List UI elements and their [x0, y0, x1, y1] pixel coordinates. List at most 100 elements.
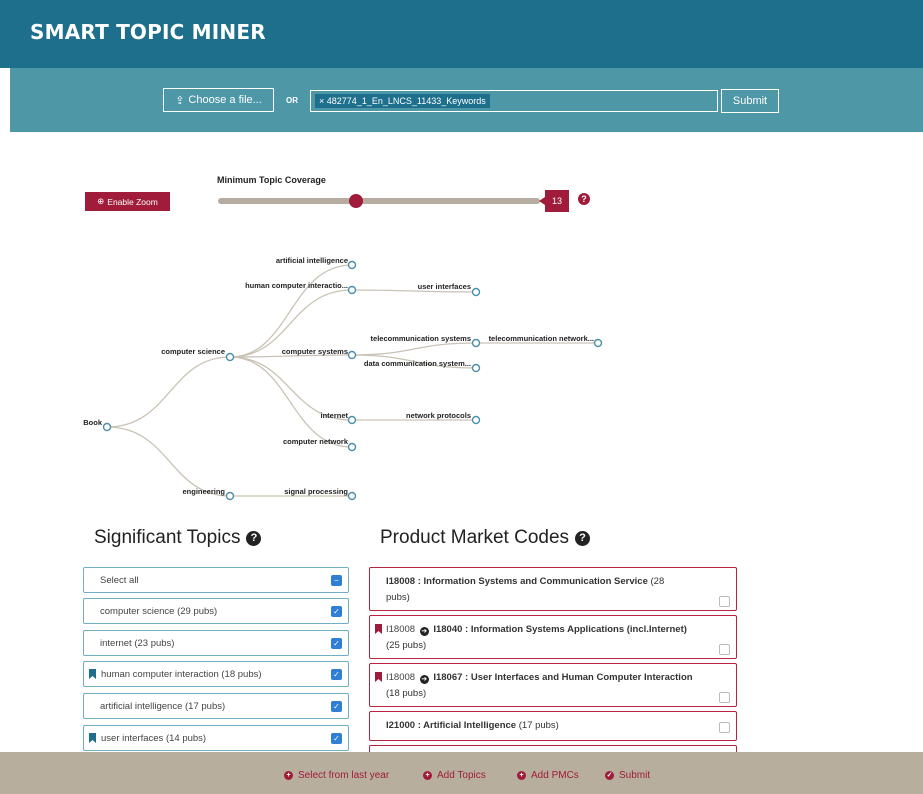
pmc-checkbox[interactable] [719, 692, 730, 703]
pmc-pubs: (28 [647, 576, 665, 587]
pmc-item[interactable]: I21000 : Artificial Intelligence (17 pub… [369, 711, 737, 741]
label-hci: human computer interactio... [245, 281, 348, 290]
footer-submit-button[interactable]: ✓ Submit [605, 770, 650, 781]
node-signal-processing[interactable] [347, 491, 357, 501]
choose-file-label: Choose a file... [188, 94, 262, 106]
add-pmcs-label: Add PMCs [531, 770, 579, 781]
upload-icon: ⇪ [175, 94, 185, 107]
node-computer-science[interactable] [225, 352, 235, 362]
topic-checkbox[interactable]: ✓ [331, 733, 342, 744]
significant-topics-title: Significant Topics [94, 527, 241, 548]
footer-submit-label: Submit [619, 770, 651, 781]
label-engineering: engineering [182, 487, 225, 496]
edge-sys-telecom [351, 342, 477, 356]
coverage-slider-track[interactable] [218, 198, 540, 204]
topic-row[interactable]: internet (23 pubs) ✓ [83, 630, 349, 656]
submit-button[interactable]: Submit [721, 89, 779, 113]
edge-cs-compnet [229, 356, 353, 448]
label-telecommunication-network: telecommunication network... [489, 334, 594, 343]
pmc-heading: Product Market Codes ? [380, 527, 591, 549]
pmc-checkbox[interactable] [719, 644, 730, 655]
topic-checkbox[interactable]: ✓ [331, 638, 342, 649]
action-footer: + Select from last year + Add Topics + A… [0, 752, 923, 794]
topic-checkbox[interactable]: ✓ [331, 701, 342, 712]
topic-label: artificial intelligence (17 pubs) [100, 700, 226, 712]
topic-checkbox[interactable]: ✓ [331, 606, 342, 617]
enable-zoom-label: Enable Zoom [107, 196, 158, 207]
node-book[interactable] [102, 422, 112, 432]
node-data-communication[interactable] [471, 363, 481, 373]
node-hci[interactable] [347, 285, 357, 295]
pmc-item[interactable]: I18008 ➜ I18040 : Information Systems Ap… [369, 615, 737, 659]
pmc-item[interactable]: I18008 : Information Systems and Communi… [369, 567, 737, 611]
pmc-help-icon[interactable]: ? [575, 530, 591, 546]
pmc-checkbox[interactable] [719, 722, 730, 733]
check-circle-icon: ✓ [605, 771, 614, 780]
topic-row[interactable]: user interfaces (14 pubs) ✓ [83, 725, 349, 751]
node-artificial-intelligence[interactable] [347, 260, 357, 270]
coverage-title: Minimum Topic Coverage [217, 175, 326, 185]
plus-circle-icon: + [423, 771, 432, 780]
file-token-label: 482774_1_En_LNCS_11433_Keywords [326, 96, 486, 106]
pmc-code: I18008 : Information Systems and Communi… [386, 576, 648, 587]
node-telecommunication-systems[interactable] [471, 338, 481, 348]
pmc-title: Product Market Codes [380, 527, 570, 548]
zoom-icon: ⊕ [97, 196, 105, 206]
pmc-code: I18040 : Information Systems Application… [433, 624, 687, 635]
node-engineering[interactable] [225, 491, 235, 501]
coverage-help-icon[interactable]: ? [578, 193, 590, 205]
select-all-checkbox[interactable]: − [331, 575, 342, 586]
plus-circle-icon: + [284, 771, 293, 780]
label-internet: internet [320, 411, 348, 420]
select-last-year-label: Select from last year [298, 770, 390, 781]
pmc-pubs: (17 pubs) [516, 720, 559, 731]
pmc-item[interactable]: I18008 ➜ I18067 : User Interfaces and Hu… [369, 663, 737, 707]
keyword-file-input[interactable]: × 482774_1_En_LNCS_11433_Keywords [310, 90, 718, 112]
file-token[interactable]: × 482774_1_En_LNCS_11433_Keywords [315, 94, 490, 108]
select-all-row[interactable]: Select all − [83, 567, 349, 593]
pmc-code: I21000 : Artificial Intelligence [386, 720, 517, 731]
enable-zoom-button[interactable]: ⊕ Enable Zoom [85, 192, 170, 211]
arrow-right-icon: ➜ [419, 675, 429, 684]
add-pmcs-button[interactable]: + Add PMCs [517, 770, 579, 781]
pmc-code: I18067 : User Interfaces and Human Compu… [433, 672, 693, 683]
choose-file-button[interactable]: ⇪ Choose a file... [163, 88, 274, 112]
topic-checkbox[interactable]: ✓ [331, 669, 342, 680]
select-last-year-button[interactable]: + Select from last year [284, 770, 389, 781]
label-computer-network: computer network [283, 437, 349, 446]
pmc-pubs-cont: pubs) [386, 592, 410, 603]
edge-book-eng [106, 426, 231, 497]
label-telecommunication-systems: telecommunication systems [371, 334, 471, 343]
significant-topics-help-icon[interactable]: ? [246, 530, 262, 546]
node-computer-network[interactable] [347, 442, 357, 452]
label-computer-science: computer science [161, 347, 225, 356]
bookmark-icon [375, 672, 382, 682]
node-telecommunication-network[interactable] [593, 338, 603, 348]
pmc-parent-code: I18008 [386, 672, 416, 683]
plus-circle-icon: + [517, 771, 526, 780]
edge-book-cs [106, 356, 231, 428]
or-label: OR [286, 96, 298, 105]
label-book: Book [83, 418, 103, 427]
node-computer-systems[interactable] [347, 350, 357, 360]
add-topics-button[interactable]: + Add Topics [423, 770, 486, 781]
topic-label: computer science (29 pubs) [100, 605, 218, 617]
topic-label: human computer interaction (18 pubs) [101, 668, 262, 680]
topic-row[interactable]: computer science (29 pubs) ✓ [83, 598, 349, 624]
pmc-checkbox[interactable] [719, 596, 730, 607]
label-signal-processing: signal processing [284, 487, 348, 496]
label-network-protocols: network protocols [406, 411, 471, 420]
node-user-interfaces[interactable] [471, 287, 481, 297]
bookmark-icon [89, 733, 96, 743]
coverage-slider-handle[interactable] [349, 194, 364, 208]
app-header: SMART TOPIC MINER [0, 0, 923, 68]
arrow-right-icon: ➜ [419, 627, 429, 636]
topic-row[interactable]: artificial intelligence (17 pubs) ✓ [83, 693, 349, 719]
topic-row[interactable]: human computer interaction (18 pubs) ✓ [83, 661, 349, 687]
significant-topics-heading: Significant Topics ? [94, 527, 262, 549]
add-topics-label: Add Topics [437, 770, 486, 781]
remove-token-icon[interactable]: × [319, 96, 324, 106]
label-computer-systems: computer systems [282, 347, 348, 356]
node-network-protocols[interactable] [471, 415, 481, 425]
node-internet[interactable] [347, 415, 357, 425]
